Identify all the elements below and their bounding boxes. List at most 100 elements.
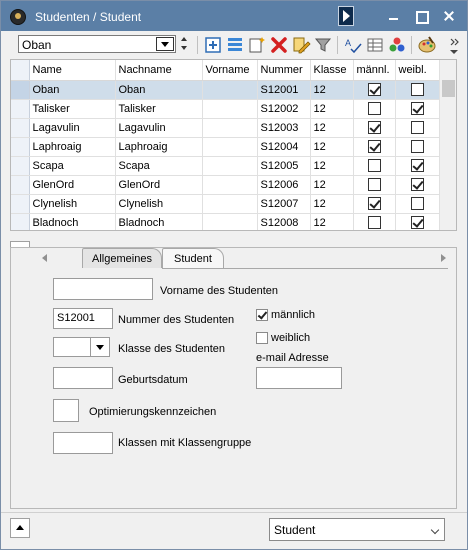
tab-scroll-right-icon[interactable]: [441, 254, 446, 262]
cell-maennlich-checkbox[interactable]: [367, 102, 381, 115]
colors-icon[interactable]: [387, 35, 407, 55]
row-header[interactable]: [11, 137, 30, 157]
cell-nummer[interactable]: S12005: [257, 156, 311, 176]
table-row[interactable]: Talisker Talisker S12002 12: [11, 99, 440, 119]
cell-nummer[interactable]: S12004: [257, 137, 311, 157]
cell-nachname[interactable]: Scapa: [115, 156, 203, 176]
cell-name[interactable]: GlenOrd: [29, 175, 116, 195]
tab-allgemeines[interactable]: Allgemeines: [82, 248, 162, 268]
grid-scrollbar[interactable]: [439, 60, 456, 230]
klasse-field[interactable]: [53, 337, 93, 357]
column-header-weiblich[interactable]: weibl.: [395, 60, 440, 81]
optimierung-field[interactable]: [53, 399, 79, 422]
cell-weiblich-checkbox[interactable]: [410, 83, 424, 96]
grid-settings-icon[interactable]: [365, 35, 385, 55]
list-icon[interactable]: [225, 35, 245, 55]
row-header[interactable]: [11, 213, 30, 230]
cell-maennlich-checkbox[interactable]: [367, 159, 381, 172]
cell-nummer[interactable]: S12006: [257, 175, 311, 195]
column-header-maennlich[interactable]: männl.: [353, 60, 396, 81]
table-row[interactable]: GlenOrd GlenOrd S12006 12: [11, 175, 440, 195]
cell-name[interactable]: Talisker: [29, 99, 116, 119]
cell-maennlich-checkbox[interactable]: [367, 197, 381, 210]
cell-nachname[interactable]: Oban: [115, 80, 203, 100]
cell-name[interactable]: Laphroaig: [29, 137, 116, 157]
cell-vorname[interactable]: [202, 213, 258, 230]
klasse-dropdown-button[interactable]: [90, 337, 110, 357]
more-icon[interactable]: [445, 35, 459, 55]
row-header[interactable]: [11, 156, 30, 176]
nummer-field[interactable]: S12001: [53, 308, 113, 329]
cell-weiblich-checkbox[interactable]: [410, 159, 424, 172]
table-row[interactable]: Scapa Scapa S12005 12: [11, 156, 440, 176]
spin-up-icon[interactable]: [181, 37, 187, 41]
row-header[interactable]: [11, 118, 30, 138]
collapse-panel-button[interactable]: [10, 518, 30, 538]
cell-nachname[interactable]: Bladnoch: [115, 213, 203, 230]
cell-maennlich-checkbox[interactable]: [367, 216, 381, 229]
close-button[interactable]: [439, 7, 459, 25]
minimize-button[interactable]: [383, 7, 403, 25]
cell-nummer[interactable]: S12007: [257, 194, 311, 214]
row-header[interactable]: [11, 80, 30, 100]
cell-name[interactable]: Clynelish: [29, 194, 116, 214]
cell-nummer[interactable]: S12002: [257, 99, 311, 119]
cell-vorname[interactable]: [202, 99, 258, 119]
record-selector[interactable]: Oban: [18, 35, 176, 53]
cell-vorname[interactable]: [202, 80, 258, 100]
geburtsdatum-field[interactable]: [53, 367, 113, 389]
cell-klasse[interactable]: 12: [310, 194, 354, 214]
cell-klasse[interactable]: 12: [310, 118, 354, 138]
maennlich-checkbox[interactable]: [256, 309, 268, 321]
cell-name[interactable]: Bladnoch: [29, 213, 116, 230]
table-row[interactable]: Oban Oban S12001 12: [11, 80, 440, 100]
cell-maennlich-checkbox[interactable]: [367, 178, 381, 191]
view-selector[interactable]: Student: [269, 518, 445, 541]
cell-vorname[interactable]: [202, 156, 258, 176]
row-header[interactable]: [11, 99, 30, 119]
cell-klasse[interactable]: 12: [310, 213, 354, 230]
chevron-down-icon[interactable]: [156, 37, 174, 51]
cell-weiblich-checkbox[interactable]: [410, 216, 424, 229]
cell-maennlich-checkbox[interactable]: [367, 83, 381, 96]
row-header[interactable]: [11, 194, 30, 214]
cell-name[interactable]: Oban: [29, 80, 116, 100]
cell-nachname[interactable]: Laphroaig: [115, 137, 203, 157]
cell-vorname[interactable]: [202, 175, 258, 195]
cell-weiblich-checkbox[interactable]: [410, 178, 424, 191]
cell-weiblich-checkbox[interactable]: [410, 140, 424, 153]
sort-icon[interactable]: A: [343, 35, 363, 55]
column-header-nachname[interactable]: Nachname: [115, 60, 203, 81]
table-row[interactable]: Lagavulin Lagavulin S12003 12: [11, 118, 440, 138]
cell-nummer[interactable]: S12003: [257, 118, 311, 138]
weiblich-checkbox[interactable]: [256, 332, 268, 344]
palette-icon[interactable]: [417, 35, 437, 55]
maximize-button[interactable]: [411, 7, 431, 25]
cell-vorname[interactable]: [202, 137, 258, 157]
edit-icon[interactable]: [291, 35, 311, 55]
cell-klasse[interactable]: 12: [310, 156, 354, 176]
new-record-icon[interactable]: [203, 35, 223, 55]
record-spinner[interactable]: [180, 34, 190, 54]
tab-student[interactable]: Student: [162, 248, 224, 268]
cell-nummer[interactable]: S12008: [257, 213, 311, 230]
column-header-klasse[interactable]: Klasse: [310, 60, 354, 81]
email-field[interactable]: [256, 367, 342, 389]
new-document-icon[interactable]: [247, 35, 267, 55]
cell-nachname[interactable]: Lagavulin: [115, 118, 203, 138]
scrollbar-thumb[interactable]: [442, 80, 455, 97]
cell-maennlich-checkbox[interactable]: [367, 140, 381, 153]
app-logo-icon[interactable]: [10, 9, 26, 25]
column-header-nummer[interactable]: Nummer: [257, 60, 311, 81]
vorname-field[interactable]: [53, 278, 153, 300]
tab-scroll-left-icon[interactable]: [42, 254, 47, 262]
table-row[interactable]: Laphroaig Laphroaig S12004 12: [11, 137, 440, 157]
column-header-name[interactable]: Name: [29, 60, 116, 81]
cell-klasse[interactable]: 12: [310, 175, 354, 195]
cell-nachname[interactable]: GlenOrd: [115, 175, 203, 195]
cell-klasse[interactable]: 12: [310, 80, 354, 100]
play-flag-icon[interactable]: [338, 6, 354, 26]
cell-vorname[interactable]: [202, 194, 258, 214]
cell-weiblich-checkbox[interactable]: [410, 121, 424, 134]
cell-vorname[interactable]: [202, 118, 258, 138]
